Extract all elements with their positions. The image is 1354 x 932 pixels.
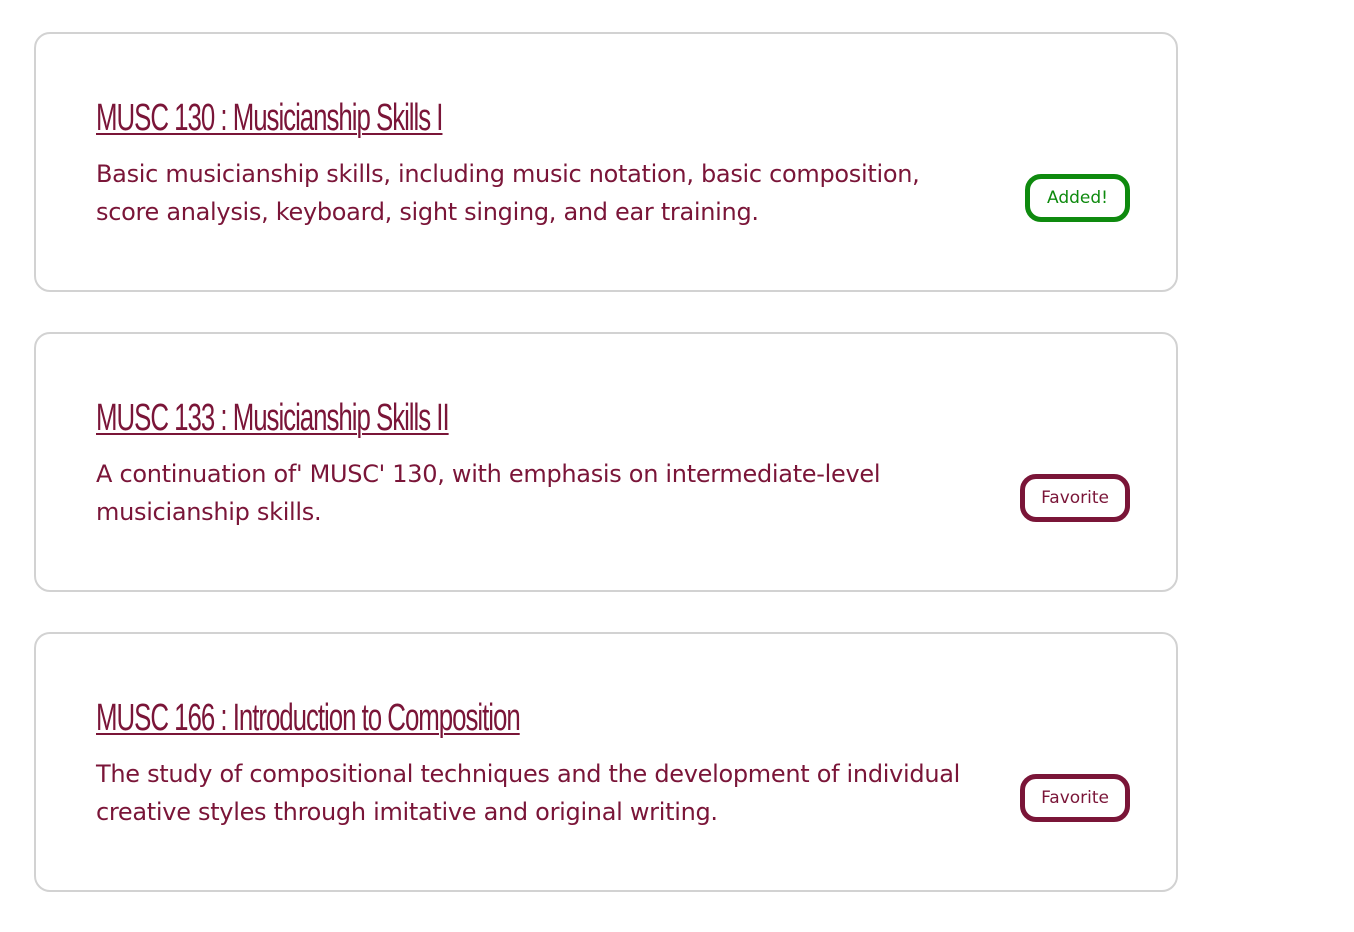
course-card: MUSC 166 : Introduction to Composition T… [34, 632, 1178, 892]
course-description: The study of compositional techniques an… [96, 760, 961, 826]
course-list: MUSC 130 : Musicianship Skills I Basic m… [34, 32, 1178, 932]
course-title-link[interactable]: MUSC 133 : Musicianship Skills II [96, 394, 450, 442]
course-title-link[interactable]: MUSC 166 : Introduction to Composition [96, 694, 521, 742]
course-title-link[interactable]: MUSC 130 : Musicianship Skills I [96, 94, 443, 142]
favorite-button[interactable]: Favorite [1020, 774, 1130, 822]
added-button[interactable]: Added! [1025, 174, 1130, 222]
course-card: MUSC 130 : Musicianship Skills I Basic m… [34, 32, 1178, 292]
favorite-button[interactable]: Favorite [1020, 474, 1130, 522]
course-description: Basic musicianship skills, including mus… [96, 160, 920, 226]
course-description: A continuation of' MUSC' 130, with empha… [96, 460, 881, 526]
course-card: MUSC 133 : Musicianship Skills II A cont… [34, 332, 1178, 592]
